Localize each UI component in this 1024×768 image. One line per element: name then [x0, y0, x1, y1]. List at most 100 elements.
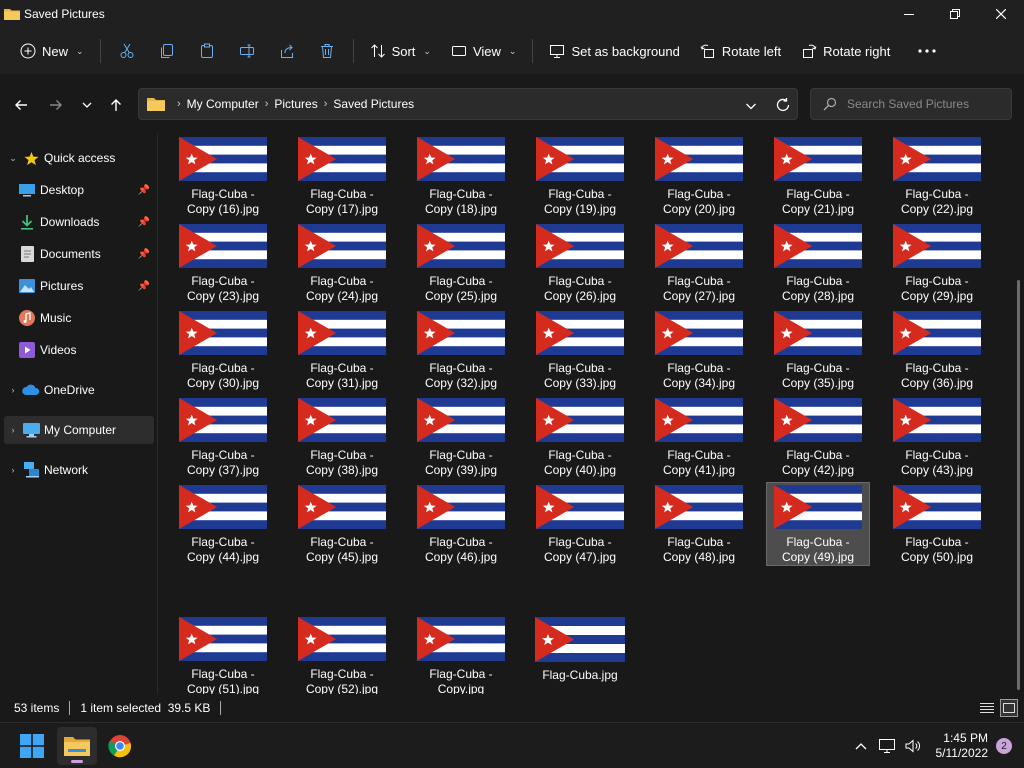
clock-time: 1:45 PM [943, 731, 988, 745]
file-item[interactable]: Flag-Cuba - Copy (29).jpg [885, 221, 989, 305]
file-item[interactable]: Flag-Cuba - Copy (17).jpg [290, 134, 394, 218]
breadcrumb-my-computer[interactable]: My Computer [187, 97, 259, 111]
cut-button[interactable] [107, 35, 147, 67]
search-box[interactable] [810, 88, 1012, 120]
file-item[interactable]: Flag-Cuba - Copy.jpg [409, 614, 513, 694]
rotate-right-button[interactable]: Rotate right [791, 35, 900, 67]
back-button[interactable] [11, 96, 31, 114]
up-button[interactable] [106, 96, 126, 114]
file-item[interactable]: Flag-Cuba - Copy (49).jpg [766, 482, 870, 566]
file-item[interactable]: Flag-Cuba - Copy (24).jpg [290, 221, 394, 305]
recent-locations-button[interactable] [77, 96, 97, 114]
search-input[interactable] [847, 97, 997, 111]
expand-chevron-icon[interactable]: › [4, 465, 22, 475]
vertical-scrollbar[interactable] [1017, 150, 1020, 690]
file-item[interactable]: Flag-Cuba - Copy (34).jpg [647, 308, 751, 392]
file-item[interactable]: Flag-Cuba - Copy (48).jpg [647, 482, 751, 566]
address-bar[interactable]: › My Computer › Pictures › Saved Picture… [138, 88, 798, 120]
file-item[interactable]: Flag-Cuba - Copy (37).jpg [171, 395, 275, 479]
file-item[interactable]: Flag-Cuba - Copy (18).jpg [409, 134, 513, 218]
file-explorer-taskbar-button[interactable] [57, 727, 97, 765]
notification-badge[interactable]: 2 [996, 738, 1012, 754]
file-name-line: Copy (27).jpg [662, 289, 736, 303]
file-item[interactable]: Flag-Cuba - Copy (26).jpg [528, 221, 632, 305]
sidebar-item-videos[interactable]: Videos [4, 336, 154, 364]
volume-button[interactable] [900, 733, 926, 759]
file-item[interactable]: Flag-Cuba - Copy (23).jpg [171, 221, 275, 305]
file-item[interactable]: Flag-Cuba - Copy (42).jpg [766, 395, 870, 479]
file-item[interactable]: Flag-Cuba - Copy (46).jpg [409, 482, 513, 566]
file-item[interactable]: Flag-Cuba - Copy (33).jpg [528, 308, 632, 392]
sidebar-item-quick-access[interactable]: ⌄ Quick access [4, 144, 154, 172]
file-item[interactable]: Flag-Cuba - Copy (27).jpg [647, 221, 751, 305]
sidebar-item-network[interactable]: › Network [4, 456, 154, 484]
file-item[interactable]: Flag-Cuba - Copy (39).jpg [409, 395, 513, 479]
file-item[interactable]: Flag-Cuba - Copy (36).jpg [885, 308, 989, 392]
file-item[interactable]: Flag-Cuba - Copy (21).jpg [766, 134, 870, 218]
start-button[interactable] [12, 727, 52, 765]
sidebar-item-my-computer[interactable]: › My Computer [4, 416, 154, 444]
network-tray-button[interactable] [874, 733, 900, 759]
rename-button[interactable] [227, 35, 267, 67]
file-item[interactable]: Flag-Cuba - Copy (35).jpg [766, 308, 870, 392]
file-name-line: Flag-Cuba - [191, 361, 255, 375]
file-item[interactable]: Flag-Cuba - Copy (28).jpg [766, 221, 870, 305]
file-item[interactable]: Flag-Cuba - Copy (40).jpg [528, 395, 632, 479]
sidebar-item-pictures[interactable]: Pictures 📌 [4, 272, 154, 300]
breadcrumb-pictures[interactable]: Pictures [274, 97, 317, 111]
sidebar-item-documents[interactable]: Documents 📌 [4, 240, 154, 268]
file-item[interactable]: Flag-Cuba - Copy (41).jpg [647, 395, 751, 479]
file-item[interactable]: Flag-Cuba.jpg [528, 614, 632, 694]
expand-chevron-icon[interactable]: ⌄ [4, 153, 22, 164]
file-item[interactable]: Flag-Cuba - Copy (44).jpg [171, 482, 275, 566]
file-item[interactable]: Flag-Cuba - Copy (47).jpg [528, 482, 632, 566]
file-item[interactable]: Flag-Cuba - Copy (38).jpg [290, 395, 394, 479]
scrollbar-thumb[interactable] [1017, 280, 1020, 690]
breadcrumb-saved-pictures[interactable]: Saved Pictures [333, 97, 414, 111]
refresh-icon[interactable] [775, 97, 791, 113]
sidebar-item-downloads[interactable]: Downloads 📌 [4, 208, 154, 236]
sort-label: Sort [391, 43, 416, 59]
delete-button[interactable] [307, 35, 347, 67]
chrome-taskbar-button[interactable] [100, 727, 140, 765]
large-icons-view-button[interactable] [1000, 699, 1018, 717]
set-as-background-button[interactable]: Set as background [539, 35, 689, 67]
file-item[interactable]: Flag-Cuba - Copy (43).jpg [885, 395, 989, 479]
file-item[interactable]: Flag-Cuba - Copy (31).jpg [290, 308, 394, 392]
chevron-down-icon[interactable] [745, 100, 757, 112]
file-item[interactable]: Flag-Cuba - Copy (16).jpg [171, 134, 275, 218]
file-item[interactable]: Flag-Cuba - Copy (51).jpg [171, 614, 275, 694]
file-item[interactable]: Flag-Cuba - Copy (50).jpg [885, 482, 989, 566]
sidebar-item-music[interactable]: Music [4, 304, 154, 332]
copy-button[interactable] [147, 35, 187, 67]
file-item[interactable]: Flag-Cuba - Copy (52).jpg [290, 614, 394, 694]
paste-button[interactable] [187, 35, 227, 67]
new-button[interactable]: New ⌄ [10, 35, 94, 67]
sidebar-item-onedrive[interactable]: › OneDrive [4, 376, 154, 404]
minimize-button[interactable] [886, 0, 932, 28]
file-name-line: Flag-Cuba - [667, 448, 731, 462]
file-item[interactable]: Flag-Cuba - Copy (25).jpg [409, 221, 513, 305]
clock[interactable]: 1:45 PM 5/11/2022 [936, 731, 989, 761]
file-item[interactable]: Flag-Cuba - Copy (22).jpg [885, 134, 989, 218]
sort-button[interactable]: Sort ⌄ [360, 35, 441, 67]
file-item[interactable]: Flag-Cuba - Copy (45).jpg [290, 482, 394, 566]
show-hidden-icons-button[interactable] [848, 733, 874, 759]
share-button[interactable] [267, 35, 307, 67]
forward-button[interactable] [46, 96, 66, 114]
more-options-button[interactable] [906, 35, 948, 67]
file-item[interactable]: Flag-Cuba - Copy (30).jpg [171, 308, 275, 392]
sidebar-item-desktop[interactable]: Desktop 📌 [4, 176, 154, 204]
network-icon [22, 462, 40, 478]
expand-chevron-icon[interactable]: › [4, 425, 22, 435]
view-button[interactable]: View ⌄ [441, 35, 527, 67]
file-item[interactable]: Flag-Cuba - Copy (32).jpg [409, 308, 513, 392]
close-button[interactable] [978, 0, 1024, 28]
restore-button[interactable] [932, 0, 978, 28]
details-view-button[interactable] [978, 699, 996, 717]
file-item[interactable]: Flag-Cuba - Copy (19).jpg [528, 134, 632, 218]
tiles-view-icon [1003, 703, 1015, 713]
expand-chevron-icon[interactable]: › [4, 385, 22, 395]
file-item[interactable]: Flag-Cuba - Copy (20).jpg [647, 134, 751, 218]
rotate-left-button[interactable]: Rotate left [690, 35, 791, 67]
